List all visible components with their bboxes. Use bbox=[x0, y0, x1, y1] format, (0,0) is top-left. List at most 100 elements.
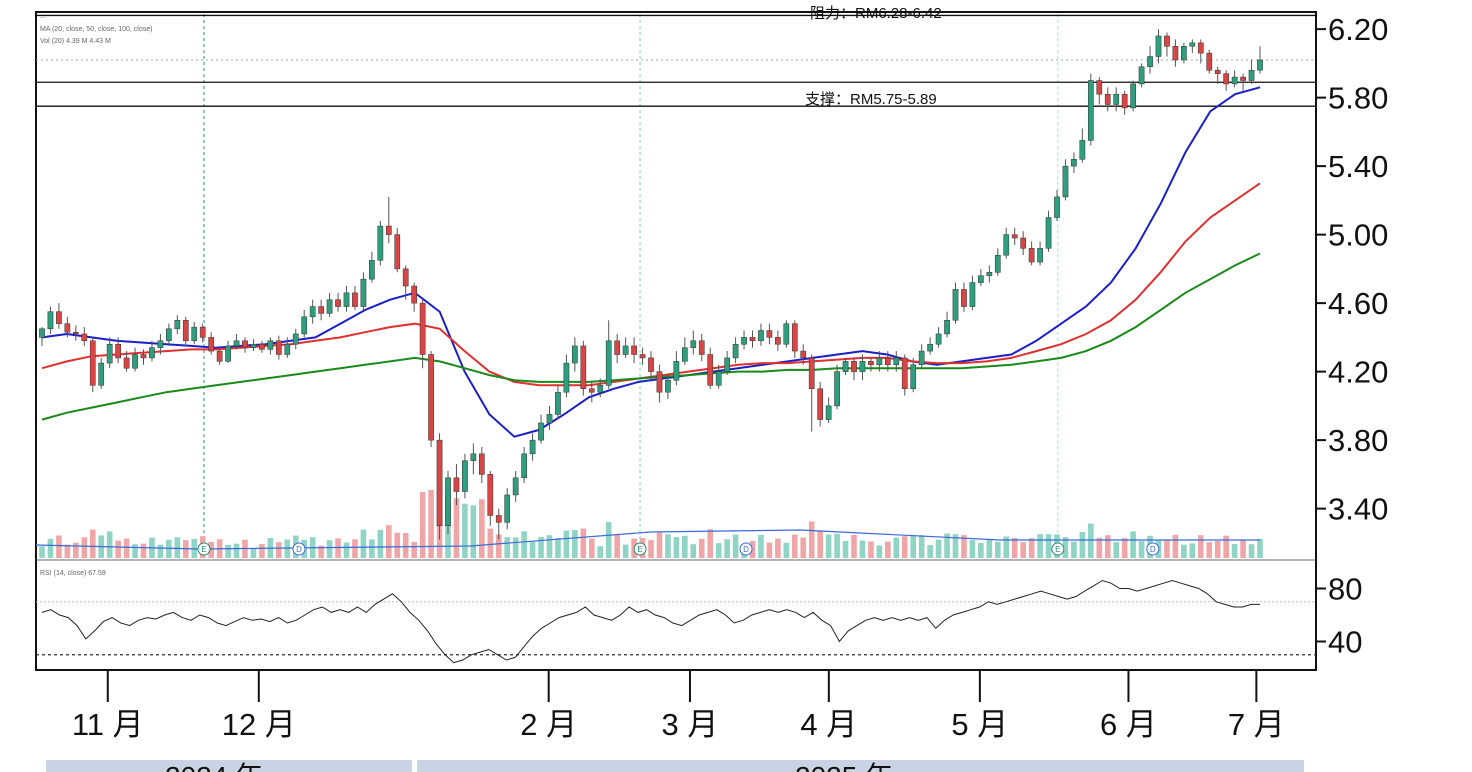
candle-body bbox=[1138, 66, 1145, 85]
volume-bar bbox=[115, 540, 121, 558]
candle-body bbox=[775, 337, 781, 345]
volume-bar bbox=[1045, 534, 1052, 558]
candle-body bbox=[182, 320, 189, 342]
candle-body bbox=[665, 379, 671, 393]
candle-body bbox=[1197, 42, 1204, 54]
volume-bar bbox=[563, 530, 570, 558]
legend-line-2: Vol (20) 4.39 M 4.43 M bbox=[40, 38, 111, 45]
candle-body bbox=[715, 371, 722, 386]
candle-body bbox=[555, 391, 561, 415]
volume-bar bbox=[1189, 543, 1196, 558]
candle-body bbox=[301, 316, 308, 335]
candle-body bbox=[681, 347, 688, 362]
volume-bar bbox=[385, 525, 392, 558]
month-label: 4 月 bbox=[800, 707, 857, 742]
candle-body bbox=[605, 340, 612, 386]
candle-body bbox=[267, 340, 274, 350]
rsi-tick-label: 80 bbox=[1328, 572, 1362, 607]
candle-body bbox=[588, 388, 595, 393]
event-marker-d: D bbox=[292, 542, 306, 556]
candle-body bbox=[1181, 46, 1187, 61]
month-label: 11 月 bbox=[72, 707, 144, 742]
candle-body bbox=[292, 333, 299, 345]
candle-body bbox=[225, 345, 231, 362]
candle-body bbox=[690, 340, 697, 348]
candle-body bbox=[504, 494, 511, 523]
candle-body bbox=[377, 225, 384, 261]
candle-body bbox=[622, 345, 629, 355]
event-marker-letter: D bbox=[296, 545, 302, 554]
volume-bar bbox=[470, 505, 477, 558]
volume-bar bbox=[876, 545, 883, 558]
price-tick-label: 5.80 bbox=[1328, 81, 1388, 116]
candle-body bbox=[639, 354, 646, 359]
volume-bar bbox=[521, 531, 527, 558]
candle-body bbox=[910, 364, 917, 389]
volume-bar bbox=[572, 530, 578, 558]
candle-body bbox=[631, 345, 637, 355]
volume-bar bbox=[859, 540, 866, 558]
candle-body bbox=[1240, 76, 1246, 81]
candle-body bbox=[1113, 93, 1120, 105]
candle-body bbox=[149, 347, 155, 359]
event-marker-e: E bbox=[197, 542, 211, 556]
volume-bar bbox=[1138, 541, 1145, 558]
candle-body bbox=[927, 343, 933, 352]
volume-bar bbox=[800, 537, 807, 558]
volume-bar bbox=[1257, 538, 1263, 558]
rsi-axis: 80 40 bbox=[1316, 572, 1362, 660]
candle-body bbox=[470, 453, 477, 461]
candle-body bbox=[428, 354, 434, 441]
candle-body bbox=[1028, 248, 1035, 263]
candle-body bbox=[174, 320, 181, 330]
year-label-2025: 2025 年 bbox=[795, 761, 893, 772]
event-marker-letter: D bbox=[743, 545, 749, 554]
candle-body bbox=[944, 320, 950, 335]
candle-body bbox=[842, 361, 849, 372]
candle-body bbox=[453, 477, 460, 492]
candle-body bbox=[800, 350, 807, 359]
candle-body bbox=[893, 357, 900, 366]
volume-bar bbox=[825, 534, 832, 558]
volume-bar bbox=[326, 540, 333, 558]
price-tick-label: 4.60 bbox=[1328, 286, 1388, 321]
candle-body bbox=[580, 345, 587, 389]
candle-body bbox=[98, 362, 105, 386]
candle-body bbox=[318, 306, 324, 314]
volume-bar bbox=[1172, 534, 1179, 558]
volume-bar bbox=[656, 532, 663, 558]
candle-body bbox=[597, 385, 604, 393]
volume-bar bbox=[64, 544, 71, 558]
candle-body bbox=[1104, 93, 1111, 105]
volume-bar bbox=[411, 542, 417, 558]
candle-body bbox=[766, 330, 773, 338]
volume-bar bbox=[233, 543, 240, 558]
volume-bar bbox=[377, 529, 384, 558]
volume-bar bbox=[259, 544, 265, 558]
volume-bar bbox=[580, 528, 587, 558]
candle-body bbox=[817, 388, 824, 420]
candle-body bbox=[39, 328, 45, 338]
volume-bar bbox=[225, 544, 231, 558]
event-marker-d: D bbox=[1146, 542, 1160, 556]
candle-body bbox=[724, 357, 730, 372]
month-label: 2 月 bbox=[520, 707, 577, 742]
volume-bar bbox=[885, 541, 891, 558]
candle-body bbox=[495, 515, 502, 523]
candle-body bbox=[191, 326, 198, 342]
event-marker-d: D bbox=[739, 542, 753, 556]
volume-bar bbox=[690, 544, 697, 558]
month-label: 3 月 bbox=[662, 707, 719, 742]
volume-bar bbox=[648, 540, 654, 558]
candle-body bbox=[1172, 46, 1179, 61]
candle-body bbox=[791, 323, 798, 352]
time-axis: 11 月 12 月 2 月 3 月 4 月 5 月 6 月 7 月 bbox=[72, 670, 1285, 742]
candle-body bbox=[918, 350, 925, 366]
candle-body bbox=[978, 275, 984, 283]
candle-body bbox=[741, 337, 747, 345]
legend-line-1: MA (20, close, 50, close, 100, close) bbox=[40, 26, 152, 33]
volume-bar bbox=[834, 533, 840, 558]
volume-bar bbox=[428, 490, 434, 558]
candle-body bbox=[1062, 165, 1069, 198]
candle-body bbox=[343, 292, 350, 307]
